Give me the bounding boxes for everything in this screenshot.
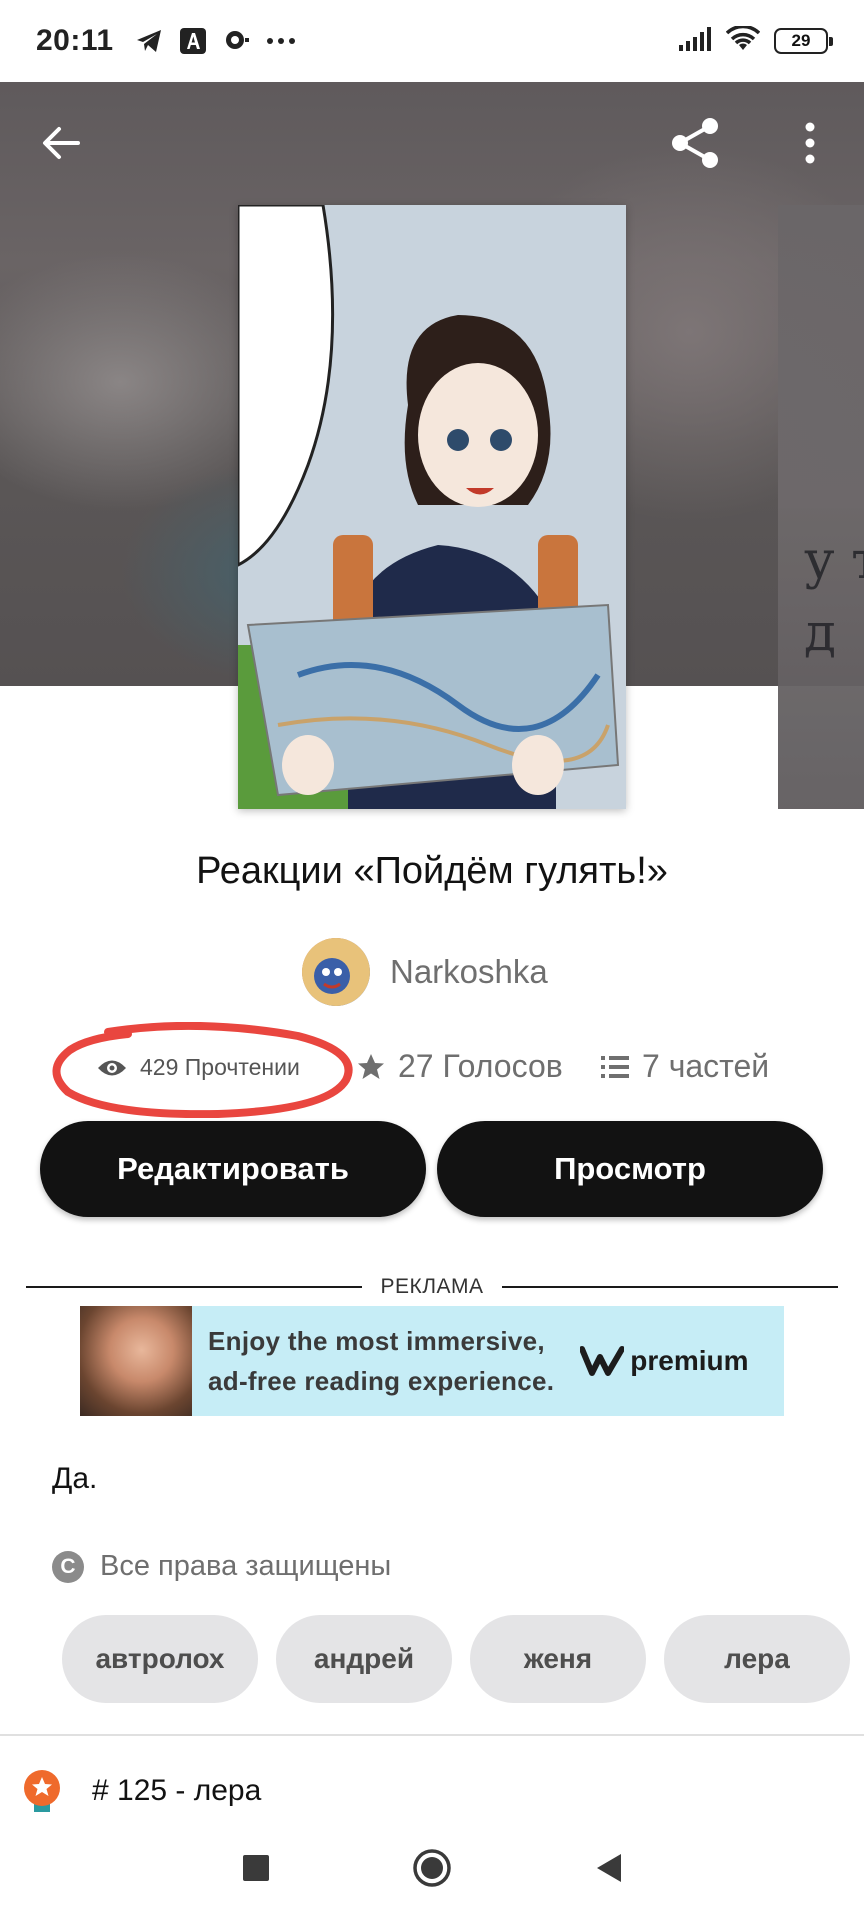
ad-brand: premium [580,1345,749,1377]
home-button[interactable] [412,1848,452,1888]
status-notification-icons [134,26,296,56]
copyright-row: C Все права защищены [52,1550,391,1583]
reads-stat: 429 Прочтении [96,1054,300,1081]
signal-icon [678,26,712,57]
votes-stat: 27 Голосов [356,1048,563,1085]
story-cover-image[interactable] [238,205,626,809]
story-title: Реакции «Пойдём гулять!» [196,850,668,892]
status-bar: 20:11 29 [0,0,864,82]
story-stats: 429 Прочтении 27 Голосов 7 частей [0,1040,864,1096]
ad-text: Enjoy the most immersive, ad-free readin… [208,1321,554,1401]
next-story-cover[interactable]: у т д [778,205,864,809]
battery-icon: 29 [774,28,833,54]
ad-line-1: Enjoy the most immersive, [208,1326,545,1356]
share-icon [672,118,718,168]
more-menu-button[interactable] [790,114,830,172]
status-system-icons: 29 [678,24,833,57]
edit-button[interactable]: Редактировать [40,1121,426,1217]
author-row[interactable]: Narkoshka [302,938,548,1006]
author-name[interactable]: Narkoshka [390,953,548,991]
view-button[interactable]: Просмотр [437,1121,823,1217]
recents-square-icon [243,1855,269,1881]
star-icon [358,1053,384,1079]
reads-count: 429 Прочтении [140,1054,300,1080]
home-circle-icon [413,1849,451,1887]
ranking-text: # 125 - лера [92,1774,262,1807]
back-button[interactable] [36,118,86,168]
telegram-icon [134,26,164,56]
status-time: 20:11 [36,24,114,57]
ad-banner[interactable]: Enjoy the most immersive, ad-free readin… [80,1306,784,1416]
ad-brand-text: premium [630,1345,749,1376]
more-vertical-icon [805,122,815,164]
arrow-left-icon [43,127,80,159]
copyright-text: Все права защищены [100,1550,392,1582]
copyright-icon: C [52,1550,84,1583]
back-nav-button[interactable] [588,1848,628,1888]
system-navigation-bar [0,1816,864,1920]
wattpad-logo-icon [580,1346,625,1376]
tag-chip[interactable]: андрей [276,1615,452,1703]
author-avatar[interactable] [302,938,370,1006]
ranking-row[interactable]: # 125 - лера [22,1768,261,1814]
font-app-icon [178,26,208,56]
list-icon [601,1055,629,1078]
more-dots-icon [266,26,296,56]
chat-icon [222,26,252,56]
tags-row: автролох андрей женя лера [62,1615,864,1703]
parts-stat[interactable]: 7 частей [600,1048,769,1085]
story-description: Да. [52,1462,98,1495]
wifi-icon [725,24,761,57]
ad-photo [80,1306,192,1416]
parts-count: 7 частей [642,1048,770,1084]
battery-level: 29 [791,31,811,50]
recents-button[interactable] [236,1848,276,1888]
next-cover-text: у т д [804,531,864,663]
section-divider [0,1734,864,1736]
tag-chip[interactable]: лера [664,1615,850,1703]
ad-line-2: ad-free reading experience. [208,1366,555,1396]
votes-count: 27 Голосов [398,1048,563,1084]
eye-icon [98,1060,126,1075]
back-triangle-icon [597,1854,621,1882]
ranking-badge-icon [24,1770,60,1812]
ad-separator: РЕКЛАМА [26,1272,839,1302]
share-button[interactable] [666,114,724,172]
ad-label: РЕКЛАМА [380,1275,484,1298]
tag-chip[interactable]: женя [470,1615,646,1703]
tag-chip[interactable]: автролох [62,1615,258,1703]
